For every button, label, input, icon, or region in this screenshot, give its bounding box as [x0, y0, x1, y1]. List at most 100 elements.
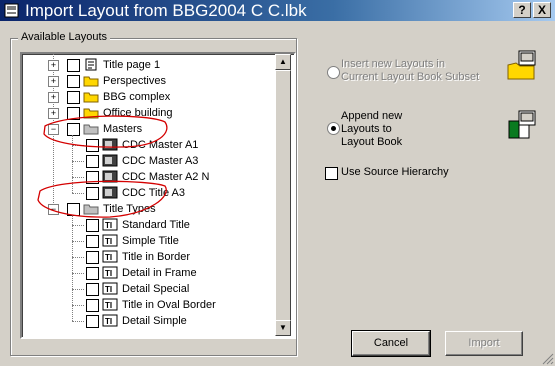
tree-connector: [72, 193, 84, 194]
tree-item-checkbox[interactable]: [86, 219, 99, 232]
expand-icon[interactable]: +: [48, 92, 59, 103]
tree-item-label: Perspectives: [103, 75, 166, 87]
scroll-thumb[interactable]: [275, 70, 291, 321]
tree-item-title-page-1[interactable]: + Title page 1: [22, 57, 277, 73]
title-type-icon: TI: [102, 266, 118, 279]
source-hierarchy-checkbox[interactable]: [325, 167, 338, 180]
svg-text:TI: TI: [105, 301, 112, 310]
tree-item-checkbox[interactable]: [86, 299, 99, 312]
tree-connector: [72, 161, 84, 162]
tree-item-checkbox[interactable]: [86, 235, 99, 248]
available-layouts-label: Available Layouts: [18, 31, 111, 43]
tree-connector: [72, 321, 84, 322]
scroll-up-icon[interactable]: ▲: [275, 54, 291, 70]
expand-icon[interactable]: +: [48, 76, 59, 87]
append-radio[interactable]: [327, 122, 340, 135]
tree-connector: [72, 257, 84, 258]
tree-item-checkbox[interactable]: [86, 155, 99, 168]
close-button[interactable]: X: [533, 2, 551, 18]
tree-item-checkbox[interactable]: [67, 91, 80, 104]
tree-item-label: Detail Special: [122, 283, 190, 295]
tree-item-checkbox[interactable]: [86, 267, 99, 280]
tree-connector: [72, 289, 84, 290]
append-layouts-icon: [508, 110, 536, 139]
tree-item-checkbox[interactable]: [86, 171, 99, 184]
tree-item-checkbox[interactable]: [67, 123, 80, 136]
tree-item-label: Detail Simple: [122, 315, 187, 327]
tree-item-label: BBG complex: [103, 91, 171, 103]
tree-item-perspectives[interactable]: + Perspectives: [22, 73, 277, 89]
tree-item-cdc-master-a2-n[interactable]: CDC Master A2 N: [22, 169, 277, 185]
tree-connector: [72, 145, 84, 146]
master-icon: [102, 138, 118, 151]
tree-item-checkbox[interactable]: [67, 59, 80, 72]
tree-item-cdc-master-a1[interactable]: CDC Master A1: [22, 137, 277, 153]
expand-icon[interactable]: +: [48, 60, 59, 71]
resize-grip-icon[interactable]: [542, 353, 554, 365]
tree-item-label: Standard Title: [122, 219, 190, 231]
tree-item-title-types[interactable]: − Title Types: [22, 201, 277, 217]
tree-item-label: CDC Title A3: [122, 187, 185, 199]
tree-item-bbg-complex[interactable]: + BBG complex: [22, 89, 277, 105]
tree-item-simple-title[interactable]: TI Simple Title: [22, 233, 277, 249]
tree-item-label: Title page 1: [103, 59, 161, 71]
expand-icon[interactable]: +: [48, 108, 59, 119]
help-button[interactable]: ?: [513, 2, 531, 18]
svg-text:TI: TI: [105, 285, 112, 294]
tree-item-title-in-oval-border[interactable]: TI Title in Oval Border: [22, 297, 277, 313]
master-icon: [102, 186, 118, 199]
master-icon: [102, 154, 118, 167]
tree-item-label: CDC Master A3: [122, 155, 199, 167]
svg-text:TI: TI: [105, 237, 112, 246]
tree-item-checkbox[interactable]: [67, 107, 80, 120]
tree-item-checkbox[interactable]: [86, 187, 99, 200]
tree-item-masters[interactable]: − Masters: [22, 121, 277, 137]
append-option-label: Append new Layouts to Layout Book: [341, 110, 403, 148]
tree-scrollbar[interactable]: ▲ ▼: [275, 54, 291, 336]
title-type-icon: TI: [102, 282, 118, 295]
tree-item-cdc-master-a3[interactable]: CDC Master A3: [22, 153, 277, 169]
svg-text:TI: TI: [105, 253, 112, 262]
dialog-icon: [4, 3, 19, 18]
folder-gray-icon: [83, 204, 99, 215]
title-type-icon: TI: [102, 298, 118, 311]
tree-item-checkbox[interactable]: [86, 251, 99, 264]
tree-connector: [72, 225, 84, 226]
tree-item-checkbox[interactable]: [86, 139, 99, 152]
tree-item-label: Title in Border: [122, 251, 191, 263]
collapse-icon[interactable]: −: [48, 124, 59, 135]
tree-item-checkbox[interactable]: [86, 315, 99, 328]
tree-item-checkbox[interactable]: [67, 75, 80, 88]
layouts-tree[interactable]: + Title page 1 + Perspectives + BBG complex + O…: [20, 52, 296, 339]
tree-item-detail-in-frame[interactable]: TI Detail in Frame: [22, 265, 277, 281]
tree-item-label: Simple Title: [122, 235, 179, 247]
source-hierarchy-label: Use Source Hierarchy: [341, 166, 449, 178]
title-type-icon: TI: [102, 314, 118, 327]
tree-item-standard-title[interactable]: TI Standard Title: [22, 217, 277, 233]
tree-item-label: Office building: [103, 107, 173, 119]
title-bar: Import Layout from BBG2004 C C.lbk ? X: [0, 0, 555, 21]
tree-item-cdc-title-a3[interactable]: CDC Title A3: [22, 185, 277, 201]
import-button[interactable]: Import: [445, 331, 523, 356]
tree-connector: [72, 177, 84, 178]
tree-item-title-in-border[interactable]: TI Title in Border: [22, 249, 277, 265]
tree-item-checkbox[interactable]: [86, 283, 99, 296]
tree-item-label: Masters: [103, 123, 143, 135]
tree-item-label: Detail in Frame: [122, 267, 197, 279]
svg-text:TI: TI: [105, 221, 112, 230]
tree-guide-line: [72, 215, 73, 321]
tree-item-label: Title Types: [103, 203, 156, 215]
scroll-down-icon[interactable]: ▼: [275, 320, 291, 336]
collapse-icon[interactable]: −: [48, 204, 59, 215]
tree-item-office-building[interactable]: + Office building: [22, 105, 277, 121]
insert-radio[interactable]: [327, 66, 340, 79]
tree-item-detail-simple[interactable]: TI Detail Simple: [22, 313, 277, 329]
tree-item-detail-special[interactable]: TI Detail Special: [22, 281, 277, 297]
cancel-button[interactable]: Cancel: [351, 330, 431, 357]
tree-item-checkbox[interactable]: [67, 203, 80, 216]
tree-connector: [72, 241, 84, 242]
folder-gray-icon: [83, 124, 99, 135]
tree-item-label: CDC Master A1: [122, 139, 199, 151]
svg-text:TI: TI: [105, 317, 112, 326]
title-type-icon: TI: [102, 234, 118, 247]
